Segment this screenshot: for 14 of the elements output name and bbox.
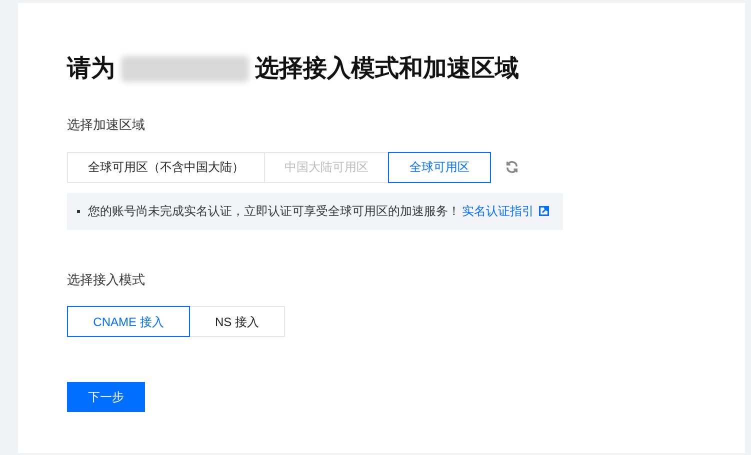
bullet-icon	[77, 210, 80, 212]
refresh-icon[interactable]	[505, 160, 519, 174]
guide-link[interactable]: 实名认证指引	[462, 202, 534, 220]
option-button[interactable]: CNAME 接入	[67, 306, 190, 337]
option-button[interactable]: 全球可用区	[388, 152, 491, 182]
next-button[interactable]: 下一步	[67, 382, 145, 412]
option-button[interactable]: NS 接入	[189, 306, 285, 337]
page-title: 请为	[67, 54, 115, 84]
section-label: 选择接入模式	[67, 270, 146, 288]
notice-text: 您的账号尚未完成实名认证，立即认证可享受全球可用区的加速服务！	[88, 203, 460, 220]
section-label: 选择加速区域	[67, 116, 146, 134]
external-link-icon[interactable]	[539, 206, 549, 216]
page-title: 选择接入模式和加速区域	[255, 54, 519, 84]
option-button[interactable]: 全球可用区（不含中国大陆）	[67, 152, 265, 182]
